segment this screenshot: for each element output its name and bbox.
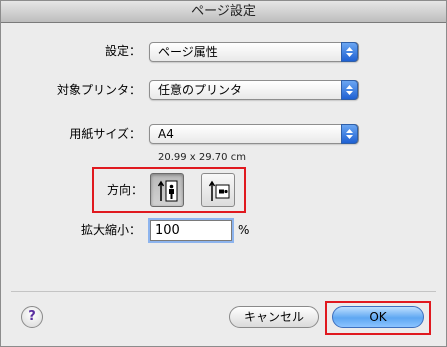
printer-popup[interactable]: 任意のプリンタ xyxy=(149,80,359,100)
orientation-label: 方向： xyxy=(106,183,143,197)
button-separator xyxy=(11,291,436,292)
scale-input[interactable]: 100 xyxy=(150,220,232,241)
scale-unit: % xyxy=(238,223,250,237)
paper-size-label: 用紙サイズ： xyxy=(69,127,141,141)
window-title: ページ設定 xyxy=(191,4,256,19)
paper-size-value: A4 xyxy=(158,127,174,141)
cancel-button[interactable]: キャンセル xyxy=(229,306,319,328)
settings-label: 設定： xyxy=(104,44,141,58)
settings-popup[interactable]: ページ属性 xyxy=(149,42,359,62)
page-setup-dialog: ページ設定 設定： ページ属性 対象プリンタ： 任意のプリンタ 用紙サイズ： A… xyxy=(0,0,447,347)
portrait-orientation-icon xyxy=(157,180,178,202)
ok-button[interactable]: OK xyxy=(332,306,424,328)
help-button[interactable]: ? xyxy=(21,306,43,328)
popup-arrows-icon xyxy=(341,42,358,62)
settings-value: ページ属性 xyxy=(158,45,218,59)
title-bar: ページ設定 xyxy=(1,1,446,23)
popup-arrows-icon xyxy=(341,80,358,100)
popup-arrows-icon xyxy=(341,124,358,144)
landscape-orientation-icon xyxy=(208,180,230,201)
landscape-orientation-button[interactable] xyxy=(201,173,235,207)
printer-label: 対象プリンタ： xyxy=(56,83,141,97)
portrait-orientation-button[interactable] xyxy=(150,173,184,207)
printer-value: 任意のプリンタ xyxy=(158,83,243,97)
paper-size-popup[interactable]: A4 xyxy=(149,124,359,144)
scale-label: 拡大縮小： xyxy=(80,223,141,237)
paper-dimensions: 20.99 x 29.70 cm xyxy=(158,152,246,163)
